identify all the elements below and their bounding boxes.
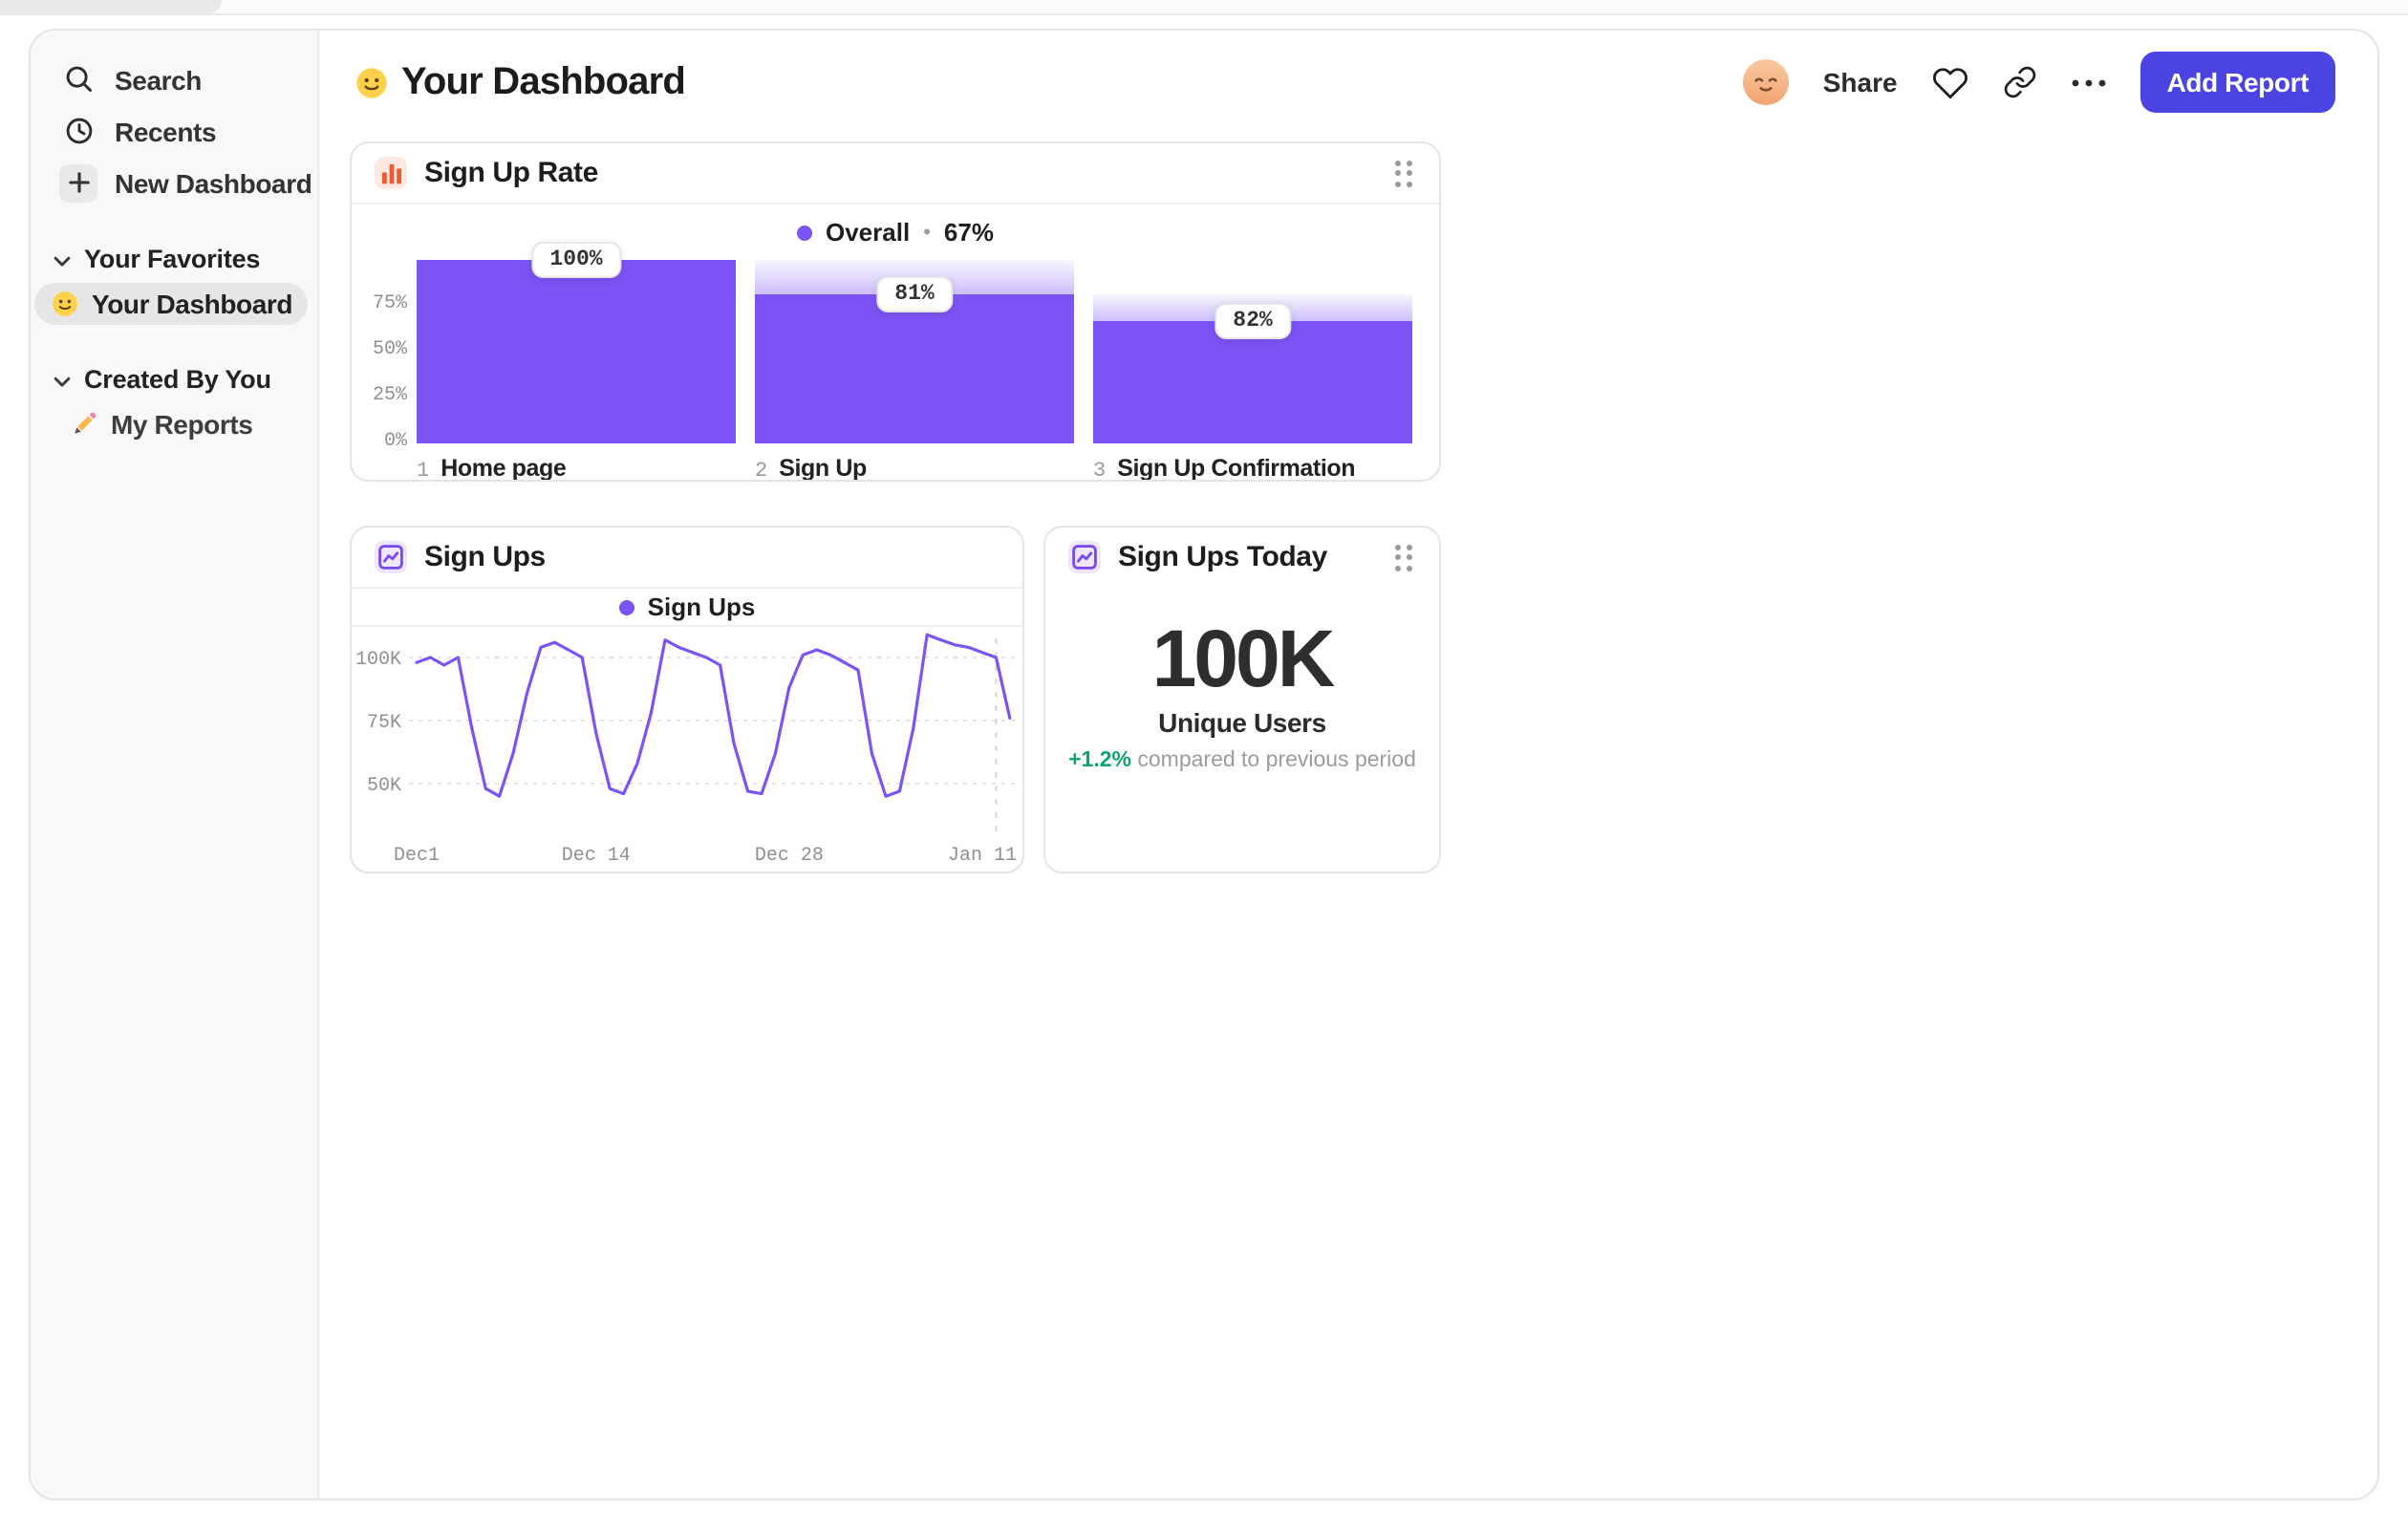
more-options-icon[interactable]	[2072, 77, 2106, 87]
funnel-legend: Overall • 67%	[352, 216, 1439, 248]
user-avatar[interactable]	[1742, 59, 1789, 105]
funnel-y-tick: 75%	[372, 294, 407, 315]
svg-text:Dec 14: Dec 14	[562, 845, 631, 867]
dashboard-header: Your Dashboard Share Add Report	[355, 46, 2335, 118]
dashboard-grid: Sign Up Rate Overall • 67% 75% 50% 25% 0% 1…	[350, 141, 1441, 873]
svg-text:75K: 75K	[367, 712, 401, 734]
line-chart-icon	[1068, 541, 1101, 573]
plus-icon	[59, 163, 97, 202]
funnel-bar-fill	[755, 294, 1074, 443]
sidebar-section-title: Created By You	[84, 364, 271, 393]
sign-ups-line-chart[interactable]: 100K 75K 50K Dec1 Dec 14 Dec 28 Jan 11	[352, 627, 1024, 873]
sign-ups-today-card: Sign Ups Today 100K Unique Users +1.2% c…	[1043, 526, 1441, 873]
funnel-bars: 100% 81% 82%	[417, 242, 1412, 443]
svg-text:100K: 100K	[355, 649, 401, 671]
svg-text:50K: 50K	[367, 775, 401, 797]
svg-text:Dec 28: Dec 28	[755, 845, 824, 867]
sign-up-rate-card: Sign Up Rate Overall • 67% 75% 50% 25% 0% 1…	[350, 141, 1441, 482]
funnel-step-label: 3 Sign Up Confirmation	[1093, 455, 1356, 482]
sidebar-section-favorites: Your Favorites Your Dashboard	[31, 235, 317, 325]
metric-value: 100K	[1151, 614, 1336, 703]
main-content: Your Dashboard Share Add Report Sign Up …	[319, 31, 2377, 1498]
delta-note: compared to previous period	[1137, 749, 1416, 773]
chevron-down-icon	[54, 364, 71, 393]
funnel-x-labels: 1 Home page 2 Sign Up 3 Sign Up Confirmation	[417, 455, 1412, 482]
app-window: Search Recents New Dashboard Your Favori…	[0, 0, 2408, 1529]
funnel-chart: 75% 50% 25% 0% 100% 81% 82%	[371, 242, 1412, 453]
sidebar-item-search[interactable]: Search	[31, 54, 317, 105]
smiley-face-icon	[355, 66, 388, 98]
legend-dot	[618, 599, 634, 614]
sidebar-item-recents[interactable]: Recents	[31, 105, 317, 157]
metric-label: Unique Users	[1158, 707, 1326, 739]
funnel-bar-fill	[1093, 321, 1412, 443]
funnel-y-tick: 25%	[372, 386, 407, 407]
funnel-bar-step-2[interactable]: 81%	[755, 260, 1074, 443]
app-container: Search Recents New Dashboard Your Favori…	[29, 29, 2379, 1500]
copy-link-icon[interactable]	[2003, 65, 2037, 99]
legend-overall-value: 67%	[943, 218, 994, 247]
header-actions: Share Add Report	[1742, 52, 2335, 113]
bar-chart-icon	[375, 157, 407, 189]
card-title: Sign Ups	[424, 541, 546, 573]
window-chrome-strip	[0, 0, 2408, 15]
add-report-button[interactable]: Add Report	[2139, 52, 2335, 113]
sign-ups-card: Sign Ups Sign Ups 100K 75K 50K Dec1 Dec 14 De…	[350, 526, 1024, 873]
recents-clock-icon	[59, 112, 97, 150]
sidebar-item-my-reports[interactable]: My Reports	[31, 401, 317, 445]
svg-text:Dec1: Dec1	[394, 845, 440, 867]
sidebar: Search Recents New Dashboard Your Favori…	[31, 31, 319, 1498]
legend-dot	[797, 225, 812, 240]
sidebar-item-label: Recents	[115, 116, 217, 146]
sidebar-section-header-created-by-you[interactable]: Created By You	[31, 355, 317, 401]
legend-series-name: Sign Ups	[647, 592, 756, 621]
svg-text:Jan 11: Jan 11	[948, 845, 1017, 867]
page-title: Your Dashboard	[401, 60, 686, 102]
big-number-block: 100K Unique Users +1.2% compared to prev…	[1045, 614, 1439, 772]
funnel-conversion-badge: 82%	[1214, 303, 1292, 340]
chevron-down-icon	[54, 244, 71, 272]
legend-separator: •	[923, 221, 931, 244]
funnel-bar-step-1[interactable]: 100%	[417, 242, 736, 443]
window-chrome-tab	[0, 0, 222, 13]
line-chart-icon	[375, 541, 407, 573]
pencil-icon	[71, 410, 97, 437]
sidebar-item-label: My Reports	[111, 408, 253, 439]
card-header: Sign Up Rate	[352, 143, 1439, 205]
sidebar-item-new-dashboard[interactable]: New Dashboard	[31, 157, 317, 208]
share-button[interactable]: Share	[1823, 67, 1898, 97]
card-header: Sign Ups Today	[1045, 528, 1439, 587]
sidebar-item-label: Your Dashboard	[92, 289, 293, 319]
card-header: Sign Ups	[352, 528, 1022, 589]
smiley-face-icon	[52, 291, 78, 317]
drag-handle-icon[interactable]	[1391, 540, 1416, 574]
funnel-y-tick: 0%	[383, 432, 407, 453]
funnel-step-label: 2 Sign Up	[755, 455, 867, 482]
line-chart-legend: Sign Ups	[352, 589, 1022, 627]
sidebar-section-title: Your Favorites	[84, 244, 261, 272]
funnel-bar-fill	[417, 260, 736, 443]
funnel-conversion-badge: 81%	[875, 276, 954, 313]
card-title: Sign Ups Today	[1118, 541, 1327, 573]
favorite-heart-icon[interactable]	[1932, 64, 1968, 100]
funnel-y-tick: 50%	[372, 340, 407, 361]
funnel-step-label: 1 Home page	[417, 455, 567, 482]
search-icon	[59, 60, 97, 98]
funnel-conversion-badge: 100%	[530, 242, 622, 278]
sidebar-section-created-by-you: Created By You My Reports	[31, 355, 317, 445]
funnel-bar-step-3[interactable]: 82%	[1093, 260, 1412, 443]
delta-value: +1.2%	[1068, 749, 1131, 773]
legend-series-name: Overall	[826, 218, 911, 247]
sidebar-item-label: New Dashboard	[115, 167, 312, 198]
sidebar-item-your-dashboard[interactable]: Your Dashboard	[34, 283, 308, 325]
drag-handle-icon[interactable]	[1391, 156, 1416, 190]
metric-delta-row: +1.2% compared to previous period	[1068, 749, 1416, 772]
card-title: Sign Up Rate	[424, 157, 598, 189]
sidebar-section-header-your-favorites[interactable]: Your Favorites	[31, 235, 317, 281]
sidebar-item-label: Search	[115, 64, 202, 95]
funnel-y-axis: 75% 50% 25% 0%	[371, 260, 417, 453]
